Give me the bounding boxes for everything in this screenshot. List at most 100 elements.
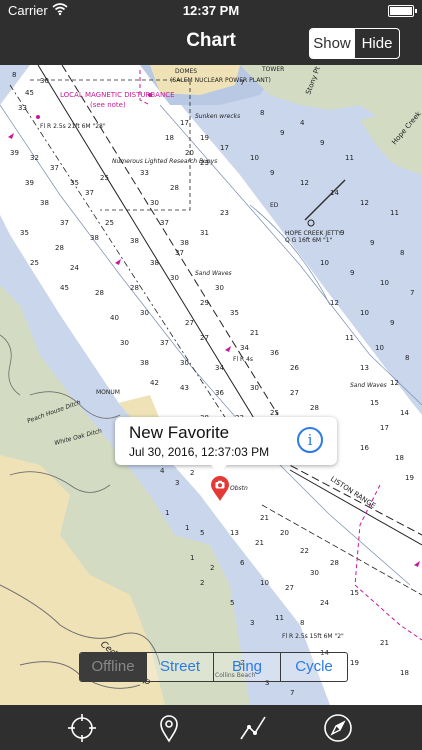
svg-text:28: 28 <box>170 184 179 192</box>
svg-text:21: 21 <box>250 329 259 337</box>
svg-text:37: 37 <box>85 189 94 197</box>
svg-text:10: 10 <box>360 309 369 317</box>
svg-text:24: 24 <box>70 264 79 272</box>
svg-text:11: 11 <box>345 334 354 342</box>
svg-text:30: 30 <box>310 569 319 577</box>
svg-text:10: 10 <box>375 344 384 352</box>
svg-text:37: 37 <box>50 164 59 172</box>
svg-text:43: 43 <box>180 384 189 392</box>
layer-cycle-button[interactable]: Cycle <box>280 653 347 681</box>
svg-text:37: 37 <box>160 339 169 347</box>
layer-bing-button[interactable]: Bing <box>213 653 280 681</box>
route-icon[interactable] <box>238 713 268 743</box>
callout-timestamp: Jul 30, 2016, 12:37:03 PM <box>129 445 270 459</box>
svg-text:38: 38 <box>90 234 99 242</box>
svg-text:12: 12 <box>360 199 369 207</box>
favorite-callout[interactable]: New Favorite Jul 30, 2016, 12:37:03 PM i <box>115 417 337 473</box>
svg-text:25: 25 <box>30 259 39 267</box>
svg-text:39: 39 <box>25 179 34 187</box>
top-bar: Carrier 12:37 PM Chart Show Hide <box>0 0 422 65</box>
svg-text:8: 8 <box>405 354 409 362</box>
svg-text:10: 10 <box>380 279 389 287</box>
clock-label: 12:37 PM <box>182 3 240 18</box>
tower-label: TOWER <box>261 66 284 73</box>
svg-text:28: 28 <box>330 559 339 567</box>
svg-text:19: 19 <box>350 659 359 667</box>
svg-text:30: 30 <box>120 339 129 347</box>
svg-text:19: 19 <box>200 134 209 142</box>
locate-crosshair-icon[interactable] <box>67 713 97 743</box>
svg-text:25: 25 <box>100 174 109 182</box>
callout-title: New Favorite <box>129 423 230 442</box>
chart-canvas[interactable]: LOCAL MAGNETIC DISTURBANCE (see note) DO… <box>0 65 422 705</box>
svg-text:2: 2 <box>200 579 204 587</box>
show-button[interactable]: Show <box>310 29 354 58</box>
svg-text:17: 17 <box>380 424 389 432</box>
battery-icon <box>388 5 417 17</box>
svg-text:27: 27 <box>285 584 294 592</box>
sand-waves-label-2: Sand Waves <box>350 382 387 389</box>
svg-text:35: 35 <box>70 179 79 187</box>
nautical-chart-map[interactable]: LOCAL MAGNETIC DISTURBANCE (see note) DO… <box>0 65 422 705</box>
svg-text:30: 30 <box>215 284 224 292</box>
info-icon[interactable]: i <box>297 427 323 453</box>
svg-text:30: 30 <box>40 77 49 85</box>
svg-text:28: 28 <box>310 404 319 412</box>
compass-icon[interactable] <box>323 713 353 743</box>
svg-text:9: 9 <box>280 129 284 137</box>
svg-text:30: 30 <box>150 199 159 207</box>
svg-text:45: 45 <box>60 284 69 292</box>
svg-text:4: 4 <box>300 119 305 127</box>
svg-text:45: 45 <box>25 89 34 97</box>
svg-text:23: 23 <box>200 159 209 167</box>
svg-text:35: 35 <box>20 229 29 237</box>
svg-text:20: 20 <box>280 529 289 537</box>
svg-text:8: 8 <box>260 109 264 117</box>
svg-text:17: 17 <box>220 144 229 152</box>
layer-offline-button[interactable]: Offline <box>80 653 146 681</box>
svg-text:30: 30 <box>180 359 189 367</box>
svg-text:30: 30 <box>140 309 149 317</box>
svg-text:9: 9 <box>370 239 374 247</box>
svg-text:12: 12 <box>390 379 399 387</box>
svg-text:6: 6 <box>240 559 245 567</box>
svg-text:30: 30 <box>170 274 179 282</box>
callout-tail <box>211 465 227 473</box>
svg-text:39: 39 <box>10 149 19 157</box>
svg-text:9: 9 <box>350 269 354 277</box>
svg-text:21: 21 <box>380 639 389 647</box>
jetty-label: HOPE CREEK JETTY <box>285 230 342 237</box>
svg-text:26: 26 <box>290 364 299 372</box>
svg-text:38: 38 <box>180 239 189 247</box>
svg-text:10: 10 <box>320 259 329 267</box>
svg-text:11: 11 <box>345 154 354 162</box>
map-pin-icon[interactable] <box>154 713 184 743</box>
svg-text:2: 2 <box>210 564 214 572</box>
show-hide-control: Show Hide <box>309 28 400 59</box>
svg-text:10: 10 <box>260 579 269 587</box>
svg-text:4: 4 <box>160 467 165 475</box>
layer-street-button[interactable]: Street <box>146 653 213 681</box>
svg-text:33: 33 <box>18 104 27 112</box>
power-plant-label: (SALEM NUCLEAR POWER PLANT) <box>170 77 271 84</box>
svg-text:7: 7 <box>290 689 294 697</box>
light-left-label: Fl R 2.5s 21ft 6M "28" <box>40 123 106 130</box>
svg-text:7: 7 <box>240 79 244 87</box>
svg-text:34: 34 <box>240 344 249 352</box>
svg-text:8: 8 <box>12 71 16 79</box>
see-note-label: (see note) <box>90 101 126 109</box>
map-layer-selector: Offline Street Bing Cycle <box>79 652 348 682</box>
favorite-pin-icon[interactable] <box>209 476 231 502</box>
svg-text:9: 9 <box>340 229 344 237</box>
svg-text:10: 10 <box>250 154 259 162</box>
svg-text:5: 5 <box>200 529 204 537</box>
svg-text:29: 29 <box>200 299 209 307</box>
hide-button[interactable]: Hide <box>354 29 399 58</box>
svg-text:13: 13 <box>360 364 369 372</box>
svg-text:21: 21 <box>255 539 264 547</box>
svg-text:23: 23 <box>220 209 229 217</box>
svg-text:12: 12 <box>330 299 339 307</box>
svg-text:38: 38 <box>150 259 159 267</box>
svg-text:3: 3 <box>175 479 179 487</box>
svg-text:32: 32 <box>30 154 39 162</box>
